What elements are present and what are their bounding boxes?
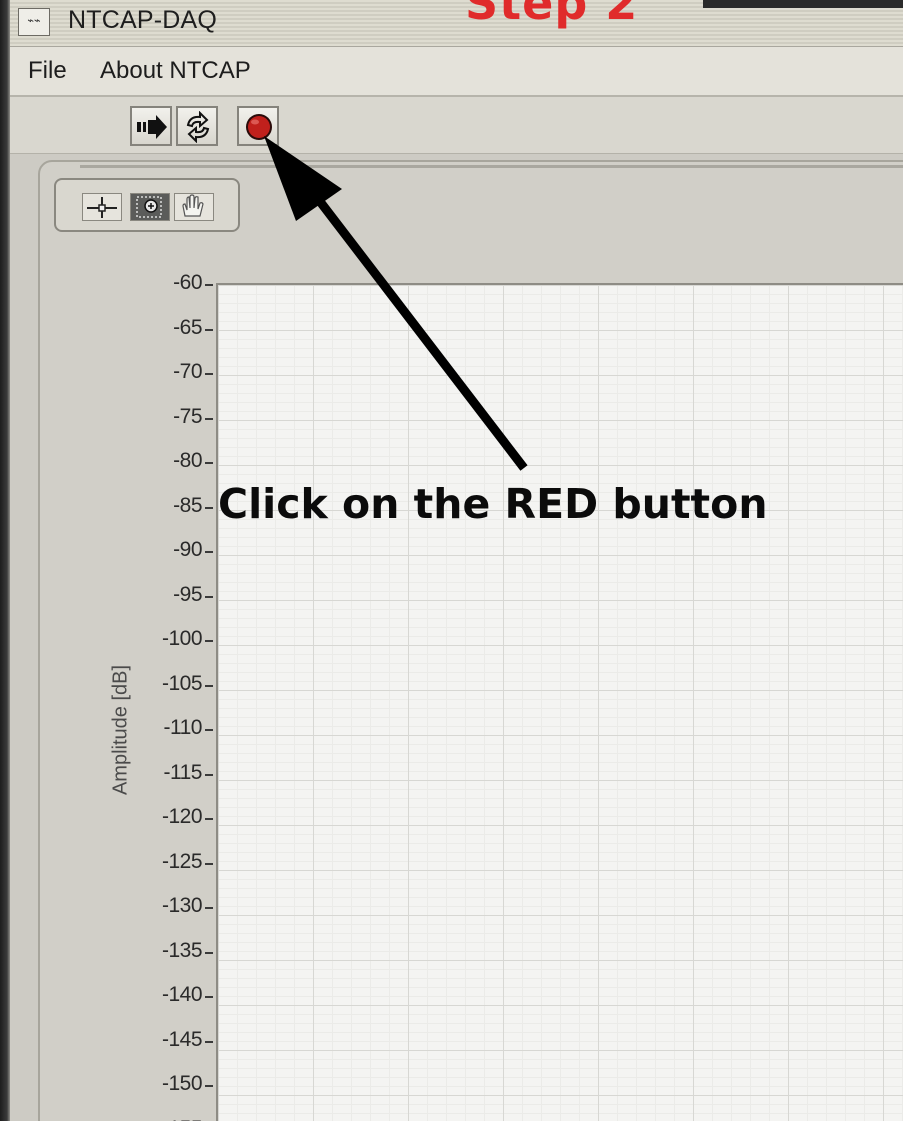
annotation-arrow <box>264 136 528 471</box>
instruction-text: Click on the RED button <box>218 480 768 528</box>
application-window: ⌁⌁ NTCAP-DAQ Step 2 File About NTCAP Amp… <box>0 0 903 1121</box>
